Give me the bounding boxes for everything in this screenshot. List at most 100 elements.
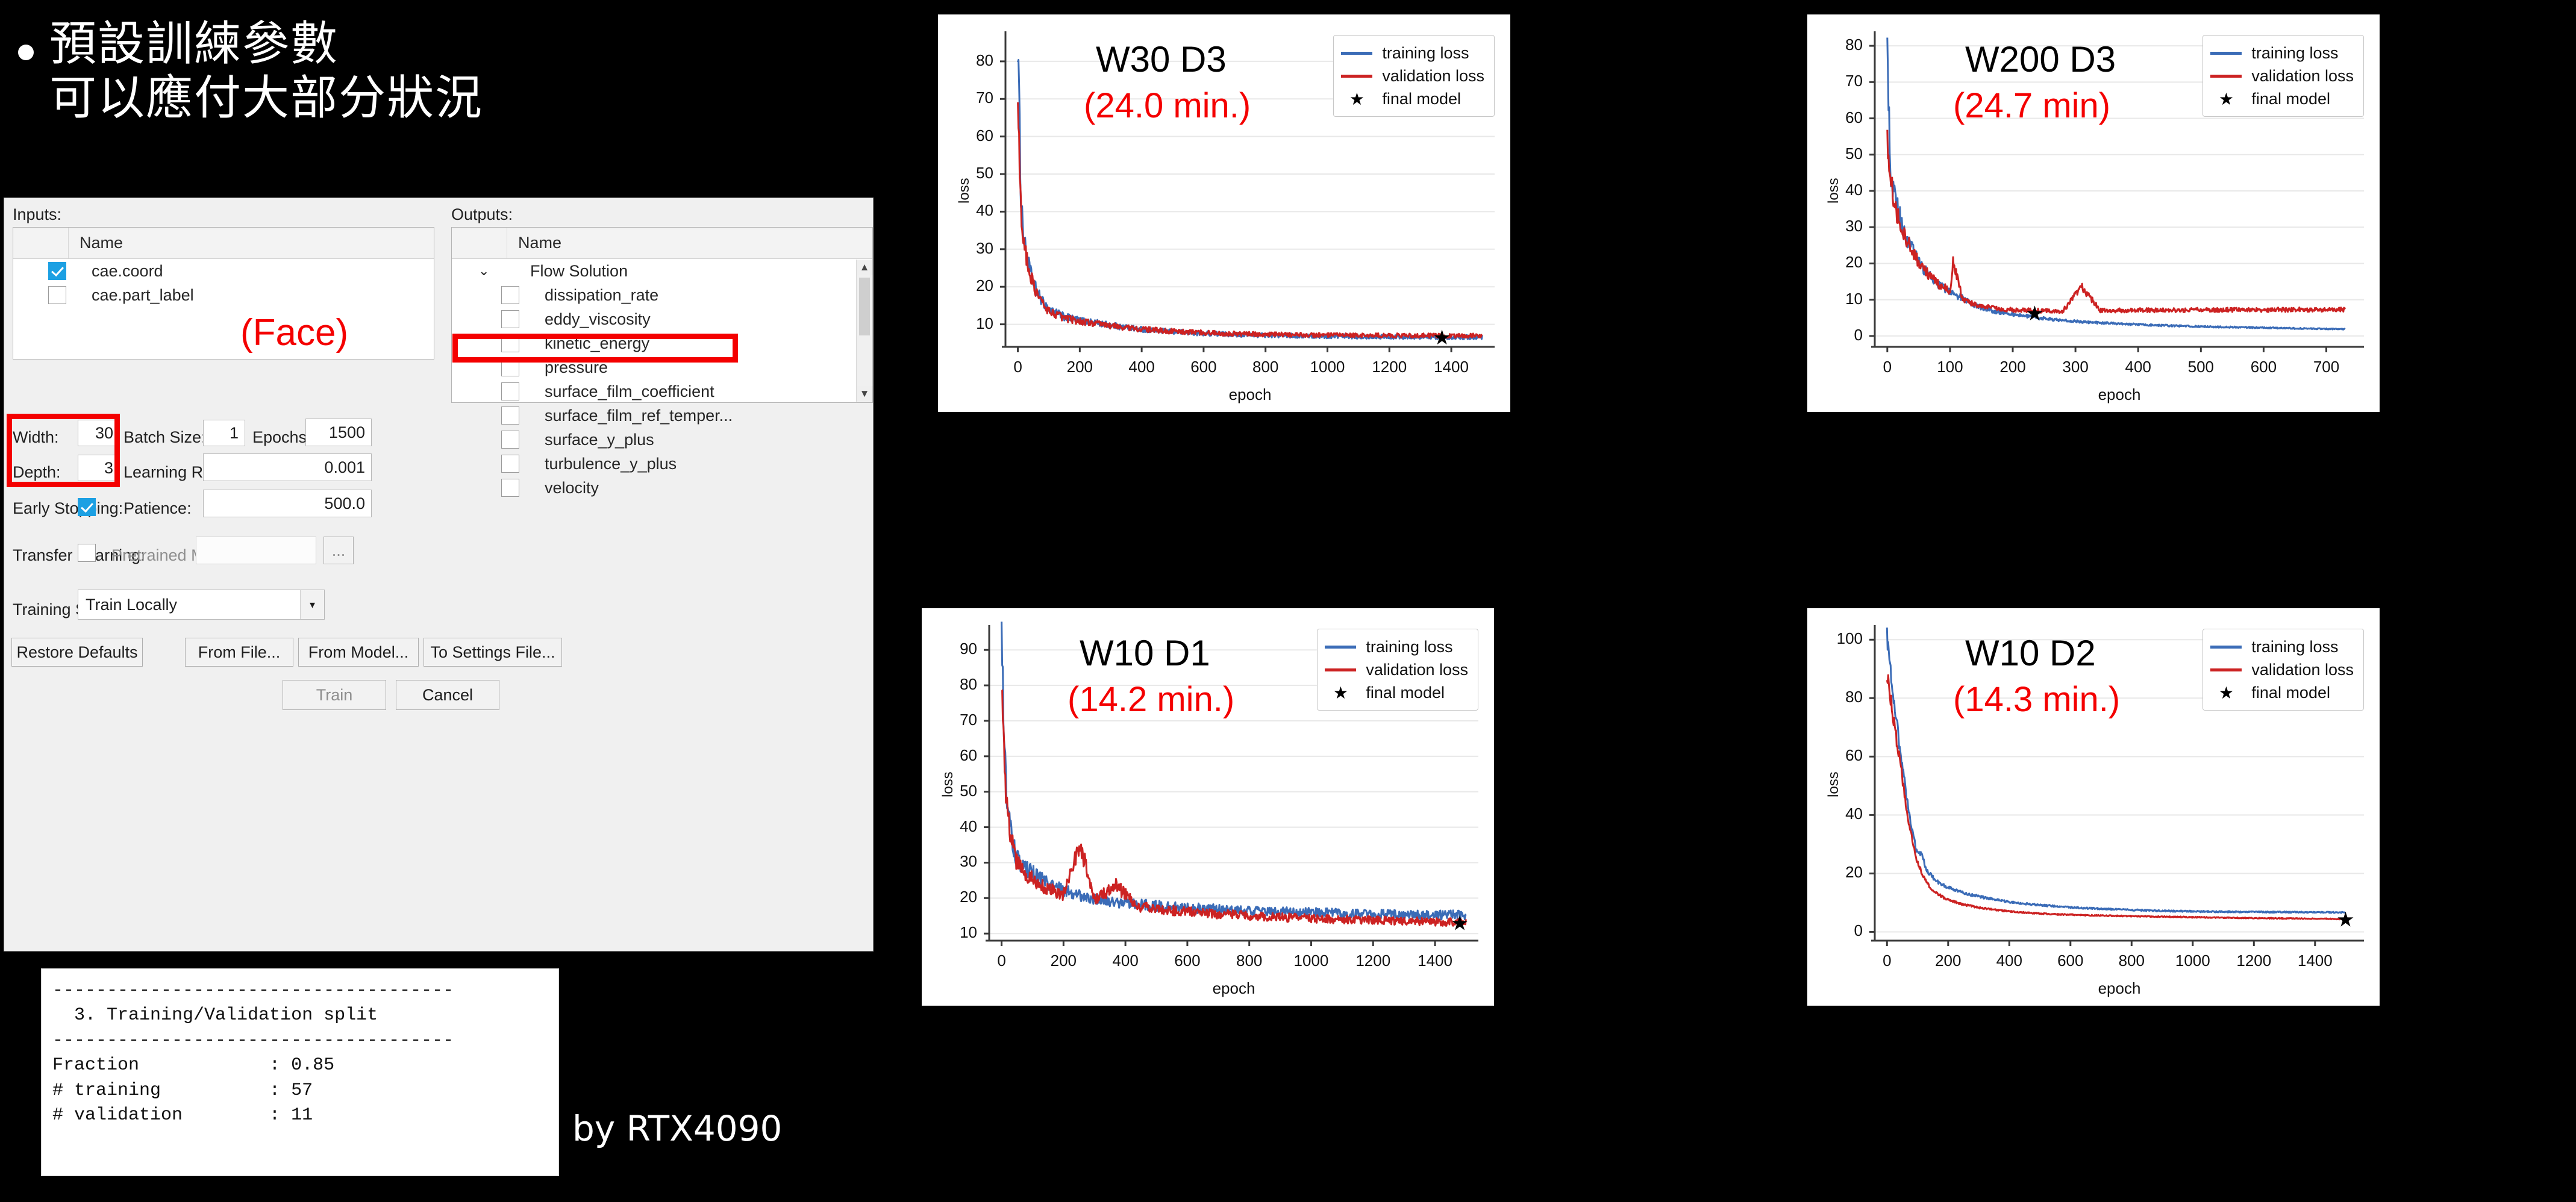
training-settings-dialog: Inputs: Name cae.coord cae.part_label Out… <box>4 198 874 951</box>
from-file-button[interactable]: From File... <box>185 638 293 667</box>
final-model-marker: ★ <box>1451 912 1469 935</box>
list-item[interactable]: kinetic_energy <box>452 331 872 355</box>
legend-label: validation loss <box>1366 660 1468 679</box>
legend-item: training loss <box>1341 42 1484 64</box>
list-item[interactable]: velocity <box>452 476 872 500</box>
checkbox-icon[interactable] <box>501 286 519 304</box>
y-axis-tick-label: 80 <box>960 675 977 694</box>
legend-item: training loss <box>2210 635 2354 658</box>
checkbox-icon[interactable] <box>501 431 519 449</box>
list-item[interactable]: turbulence_y_plus <box>452 452 872 476</box>
list-item[interactable]: pressure <box>452 355 872 379</box>
inputs-table-header: Name <box>13 228 434 259</box>
validation-loss-swatch <box>1341 74 1373 78</box>
checkbox-icon[interactable] <box>501 310 519 328</box>
checkbox-icon[interactable] <box>501 455 519 473</box>
browse-pretrained-model-button[interactable]: ... <box>324 537 354 564</box>
list-item[interactable]: cae.part_label <box>13 283 434 307</box>
legend-item: ★ final model <box>1325 681 1468 704</box>
checkbox-icon[interactable] <box>48 286 66 304</box>
bullet-line-1: 預設訓練參數 <box>49 17 339 71</box>
legend-item: validation loss <box>2210 64 2354 87</box>
list-item-label: surface_film_coefficient <box>545 382 714 400</box>
checkbox-icon[interactable] <box>501 479 519 497</box>
final-model-star-icon: ★ <box>2218 683 2234 702</box>
checkbox-icon[interactable] <box>501 382 519 400</box>
y-axis-tick-label: 80 <box>1845 36 1863 54</box>
y-axis-tick-label: 20 <box>1845 863 1863 882</box>
y-axis-tick-label: 30 <box>976 238 993 257</box>
y-axis-tick-label: 60 <box>976 126 993 145</box>
train-button[interactable]: Train <box>283 680 386 710</box>
checkbox-icon[interactable] <box>48 262 66 280</box>
inputs-label: Inputs: <box>13 205 62 223</box>
x-axis-tick-label: 100 <box>1937 358 1963 376</box>
checkbox-icon[interactable] <box>501 358 519 376</box>
batch-size-input[interactable]: 1 <box>203 420 245 446</box>
y-axis-tick-label: 0 <box>1854 921 1863 940</box>
y-axis-label: loss <box>956 178 972 204</box>
outputs-name-column-header: Name <box>518 234 562 252</box>
epochs-input[interactable]: 1500 <box>305 419 372 446</box>
y-axis-tick-label: 50 <box>1845 144 1863 163</box>
checkbox-icon[interactable] <box>501 334 519 352</box>
inputs-list[interactable]: Name cae.coord cae.part_label <box>13 227 434 360</box>
early-stopping-checkbox[interactable] <box>78 498 96 516</box>
y-axis-tick-label: 0 <box>1854 325 1863 344</box>
y-axis-tick-label: 20 <box>976 276 993 295</box>
y-axis-tick-label: 30 <box>960 852 977 871</box>
legend-label: final model <box>2251 683 2330 702</box>
depth-input[interactable]: 3 <box>78 455 120 481</box>
x-axis-tick-label: 1400 <box>1434 358 1469 376</box>
early-stopping-label: Early Stopping: <box>13 499 123 517</box>
list-item[interactable]: surface_film_ref_temper... <box>452 403 872 428</box>
cancel-button[interactable]: Cancel <box>396 680 499 710</box>
y-axis-tick-label: 60 <box>960 746 977 764</box>
chart-time-annotation: (14.2 min.) <box>1068 680 1235 719</box>
legend-item: ★ final model <box>2210 87 2354 110</box>
y-axis-tick-label: 60 <box>1845 746 1863 765</box>
checkbox-icon[interactable] <box>501 406 519 425</box>
width-input[interactable]: 30 <box>78 420 120 446</box>
legend-label: final model <box>1382 89 1461 108</box>
patience-input[interactable]: 500.0 <box>203 490 372 517</box>
width-label: Width: <box>13 428 59 446</box>
scroll-down-icon[interactable]: ▼ <box>857 386 872 402</box>
bullet-dot-icon <box>18 45 34 60</box>
legend-label: final model <box>2251 89 2330 108</box>
x-axis-tick-label: 200 <box>1999 358 2026 376</box>
transfer-learning-checkbox[interactable] <box>78 544 96 562</box>
chart-legend: training loss validation loss ★ final model <box>2202 35 2364 117</box>
chevron-down-icon[interactable]: ⌄ <box>478 263 494 279</box>
outputs-scrollbar[interactable]: ▲ ▼ <box>856 260 872 402</box>
list-item[interactable]: eddy_viscosity <box>452 307 872 331</box>
pretrained-model-path-input[interactable] <box>196 537 316 564</box>
y-axis-tick-label: 10 <box>960 923 977 942</box>
chevron-down-icon[interactable]: ▾ <box>300 590 324 619</box>
chart-panel-w10d1: ★ 10 20 30 40 50 60 70 80 90 0 200 400 600 800 1000 1200… <box>922 608 1494 1006</box>
restore-defaults-button[interactable]: Restore Defaults <box>11 638 143 667</box>
scroll-up-icon[interactable]: ▲ <box>857 260 872 275</box>
y-axis-tick-label: 40 <box>1845 805 1863 823</box>
chart-panel-w200d3: ★ 0 10 20 30 40 50 60 70 80 0 100 200 300 400 500 600 700… <box>1807 14 2380 412</box>
list-item-label: dissipation_rate <box>545 285 659 304</box>
to-settings-file-button[interactable]: To Settings File... <box>424 638 562 667</box>
y-axis-tick-label: 10 <box>976 314 993 332</box>
outputs-label: Outputs: <box>451 205 513 223</box>
tree-group-label: Flow Solution <box>530 261 628 280</box>
from-model-button[interactable]: From Model... <box>298 638 419 667</box>
learning-rate-input[interactable]: 0.001 <box>203 453 372 481</box>
outputs-table-header: Name <box>452 228 872 259</box>
chart-time-annotation: (24.7 min) <box>1953 86 2111 125</box>
list-item[interactable]: surface_y_plus <box>452 428 872 452</box>
x-axis-tick-label: 500 <box>2187 358 2215 376</box>
tree-group-row[interactable]: ⌄ Flow Solution <box>452 259 872 283</box>
list-item[interactable]: cae.coord <box>13 259 434 283</box>
outputs-list[interactable]: Name ⌄ Flow Solution dissipation_rate eddy_… <box>451 227 873 497</box>
list-item[interactable]: surface_film_coefficient <box>452 379 872 403</box>
final-model-star-icon: ★ <box>2218 89 2234 108</box>
training-loss-swatch <box>2210 645 2242 649</box>
scrollbar-thumb[interactable] <box>859 278 870 335</box>
list-item[interactable]: dissipation_rate <box>452 283 872 307</box>
training-script-select[interactable]: Train Locally ▾ <box>78 590 325 620</box>
